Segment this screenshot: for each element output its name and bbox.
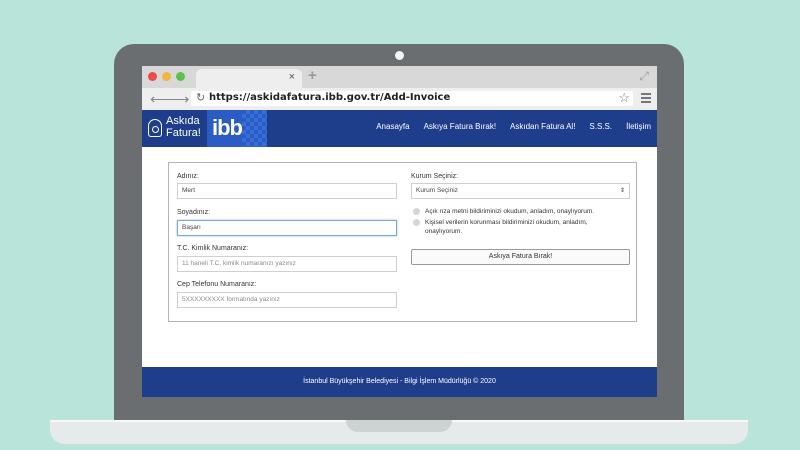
laptop-base-notch: [346, 420, 452, 432]
forward-arrow-icon[interactable]: ⟶: [168, 90, 190, 108]
tab-bar: × + ⤢: [142, 66, 657, 88]
phone-label: Cep Telefonu Numaranız:: [177, 281, 257, 288]
phone-field[interactable]: 5XXXXXXXXX formatında yazınız: [177, 292, 397, 308]
name-label: Adınız:: [177, 173, 199, 180]
site-footer: İstanbul Büyükşehir Belediyesi - Bilgi İ…: [142, 367, 657, 397]
tc-number-label: T.C. Kimlik Numaranız:: [177, 245, 249, 252]
ibb-logo[interactable]: ibb: [212, 115, 243, 141]
logo-line-2: Fatura!: [166, 127, 201, 139]
consent-text-1: Açık rıza metni bildiriminizi okudum, an…: [425, 208, 595, 215]
institution-select[interactable]: Kurum Seçiniz ⇕: [411, 183, 630, 199]
minimize-window-button[interactable]: [162, 72, 171, 81]
browser-tab[interactable]: ×: [196, 69, 302, 88]
footer-text: İstanbul Büyükşehir Belediyesi - Bilgi İ…: [303, 378, 496, 385]
nav-item-contact[interactable]: İletişim: [626, 122, 651, 131]
nav-item-take-invoice[interactable]: Askıdan Fatura Al!: [510, 122, 575, 131]
consent-text-2-line-1: Kişisel verilerin korunması bildiriminiz…: [425, 219, 588, 226]
consent-radio-2[interactable]: [413, 219, 420, 226]
browser-window: × + ⤢ ⟵ ⟶ ↻ https://askidafatura.ibb.gov…: [142, 66, 657, 397]
url-input[interactable]: ↻ https://askidafatura.ibb.gov.tr/Add-In…: [191, 90, 633, 106]
new-tab-icon[interactable]: +: [308, 67, 317, 84]
surname-field[interactable]: Başarı: [177, 220, 397, 236]
logo-line-1: Askıda: [166, 115, 200, 127]
institution-label: Kurum Seçiniz:: [411, 173, 459, 180]
invoice-form-card: Adınız: Mert Soyadınız: Başarı T.C. Kiml…: [168, 162, 637, 322]
submit-invoice-button[interactable]: Askıya Fatura Bırak!: [411, 249, 630, 265]
consent-text-2-line-2: onaylıyorum.: [425, 228, 463, 235]
fullscreen-icon[interactable]: ⤢: [639, 69, 649, 84]
url-text: https://askidafatura.ibb.gov.tr/Add-Invo…: [209, 92, 451, 103]
consent-radio-1[interactable]: [413, 208, 420, 215]
nav-item-leave-invoice[interactable]: Askıya Fatura Bırak!: [424, 122, 496, 131]
consent-text-2: Kişisel verilerin korunması bildiriminiz…: [425, 218, 588, 236]
main-nav: Anasayfa Askıya Fatura Bırak! Askıdan Fa…: [376, 122, 651, 131]
institution-selected-value: Kurum Seçiniz: [416, 187, 458, 194]
tc-number-field[interactable]: 11 haneli T.C. kimlik numaranızı yazınız: [177, 256, 397, 272]
site-header: Askıda Fatura! ibb Anasayfa Askıya Fatur…: [142, 110, 657, 147]
surname-label: Soyadınız:: [177, 209, 211, 216]
ibb-checker-pattern: [242, 110, 267, 147]
nav-item-faq[interactable]: S.S.S.: [589, 122, 612, 131]
site-logo-text[interactable]: Askıda Fatura!: [166, 115, 201, 139]
maximize-window-button[interactable]: [176, 72, 185, 81]
reload-icon[interactable]: ↻: [196, 91, 205, 104]
select-arrow-icon: ⇕: [619, 188, 625, 194]
bookmark-star-icon[interactable]: ☆: [618, 90, 630, 106]
close-window-button[interactable]: [148, 72, 157, 81]
askida-fatura-logo-icon: [148, 119, 162, 137]
nav-item-home[interactable]: Anasayfa: [376, 122, 409, 131]
webcam: [395, 51, 404, 60]
name-field[interactable]: Mert: [177, 183, 397, 199]
browser-menu-icon[interactable]: [641, 93, 651, 105]
address-bar: ⟵ ⟶ ↻ https://askidafatura.ibb.gov.tr/Ad…: [142, 88, 657, 111]
tab-close-icon[interactable]: ×: [289, 71, 295, 83]
